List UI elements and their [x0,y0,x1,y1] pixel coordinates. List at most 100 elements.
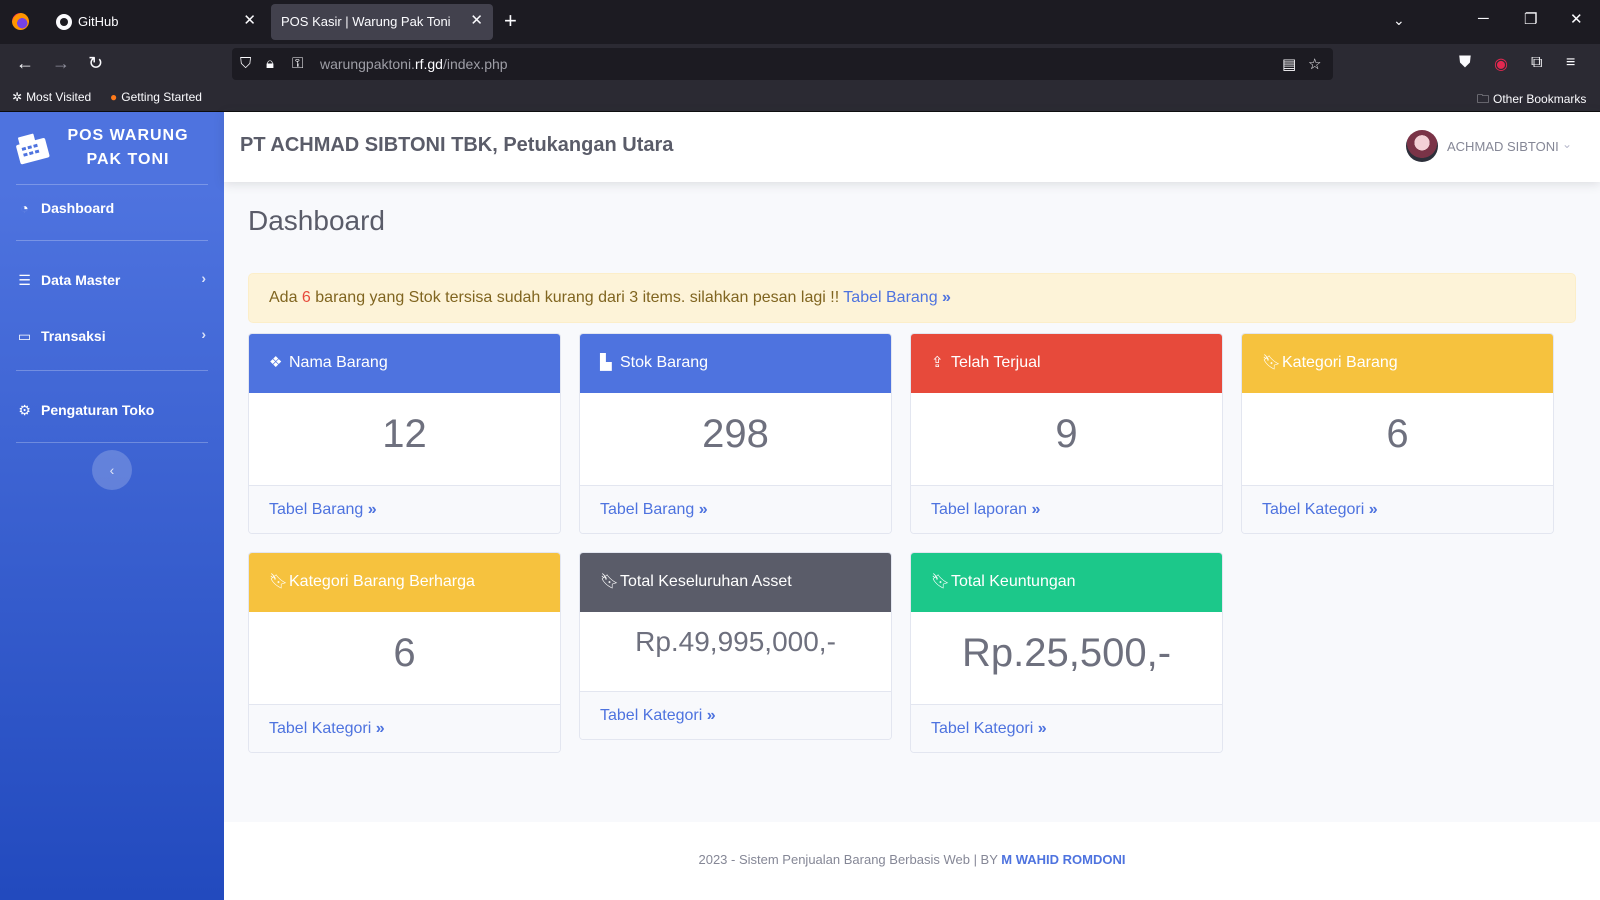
footer-text: 2023 - Sistem Penjualan Barang Berbasis … [698,852,1126,867]
reader-view-icon[interactable]: ▤ [1282,55,1296,73]
card-header: ⇪ Telah Terjual [911,334,1222,393]
cash-register-icon [16,133,50,165]
footer-author-link[interactable]: M WAHID ROMDONI [1001,852,1125,867]
card-footer: Tabel Kategori » [580,691,891,739]
folder-icon: 🗀 [1477,92,1490,106]
topbar: PT ACHMAD SIBTONI TBK, Petukangan Utara … [224,112,1600,182]
card-value: 298 [702,412,769,456]
bookmark-most-visited[interactable]: ✲ Most Visited [12,90,91,104]
gauge-icon: ◔ [20,200,29,216]
bookmark-icon: 🔖︎ [1262,354,1282,371]
page-title: Dashboard [248,205,385,236]
card-title: Total Keseluruhan Asset [620,573,792,590]
close-tab-icon[interactable]: ✕ [470,11,483,29]
shield-icon[interactable]: ⛉ [240,55,251,72]
double-chevron-icon: » [375,720,385,737]
firefox-icon: ● [110,90,118,104]
sidebar-item-transaksi[interactable]: ▭ Transaksi › [0,314,224,358]
cogs-icon: ⚙ [18,402,31,418]
reload-icon[interactable]: ↻ [88,52,103,74]
stat-card: ❖ Nama Barang 12 Tabel Barang » [248,333,561,534]
stat-card: 🔖︎ Kategori Barang 6 Tabel Kategori » [1241,333,1554,534]
alert-link[interactable]: Tabel Barang » [843,289,951,306]
menu-icon[interactable]: ≡ [1566,54,1575,72]
card-value: 6 [393,631,416,675]
card-link[interactable]: Tabel Barang » [600,501,708,519]
chevron-down-icon: ⌄ [1562,137,1573,151]
card-header: 🔖︎ Total Keseluruhan Asset [580,553,891,612]
sidebar-item-dashboard[interactable]: ◔ Dashboard [0,186,224,230]
card-footer: Tabel laporan » [911,485,1222,533]
card-value: 9 [1055,412,1078,456]
card-title: Kategori Barang [1282,354,1398,371]
sidebar-item-label: Transaksi [41,328,106,344]
sidebar-toggle-button[interactable]: ‹ [92,450,132,490]
pocket-icon[interactable]: ⛊ [1459,54,1471,72]
cubes-icon: ❖ [269,354,283,371]
github-icon [56,14,72,30]
card-link[interactable]: Tabel Barang » [269,501,377,519]
new-tab-icon[interactable]: + [504,8,517,34]
card-link[interactable]: Tabel Kategori » [600,707,716,725]
lock-icon[interactable]: 🔒︎ [266,55,274,72]
chevron-down-icon[interactable]: ⌄ [1393,12,1405,29]
sidebar: POS WARUNG PAK TONI ◔ Dashboard ☰ Data M… [0,112,224,900]
bookmark-icon: 🔖︎ [269,573,289,590]
url-text[interactable]: warungpaktoni.rf.gd/index.php [320,56,508,72]
card-link[interactable]: Tabel Kategori » [1262,501,1378,519]
other-bookmarks[interactable]: 🗀 Other Bookmarks [1477,90,1586,111]
bookmark-getting-started[interactable]: ● Getting Started [110,90,202,104]
card-title: Kategori Barang Berharga [289,573,475,590]
minimize-icon[interactable]: ─ [1478,10,1489,27]
back-icon[interactable]: ← [16,52,34,74]
stat-card: ▙ Stok Barang 298 Tabel Barang » [579,333,892,534]
bookmark-star-icon[interactable]: ☆ [1308,55,1321,73]
extensions-icon[interactable]: ⧉ [1531,54,1542,72]
sidebar-item-pengaturan-toko[interactable]: ⚙ Pengaturan Toko [0,388,224,432]
double-chevron-icon: » [367,501,377,518]
card-link[interactable]: Tabel Kategori » [931,720,1047,738]
gear-icon: ✲ [12,90,23,104]
card-title: Telah Terjual [951,354,1041,371]
close-window-icon[interactable]: ✕ [1570,10,1583,28]
extension-eye-icon[interactable]: ◉ [1494,54,1508,74]
user-dropdown[interactable]: ACHMAD SIBTONI ⌄ [1406,130,1576,164]
tab-label: GitHub [78,14,119,29]
brand-name: POS WARUNG PAK TONI [67,127,189,168]
card-title: Total Keuntungan [951,573,1076,590]
card-footer: Tabel Kategori » [249,704,560,752]
card-value: Rp.25,500,- [961,631,1172,675]
sidebar-item-data-master[interactable]: ☰ Data Master › [0,258,224,302]
card-footer: Tabel Kategori » [911,704,1222,752]
sidebar-item-label: Data Master [41,272,121,288]
double-chevron-icon: » [942,289,951,306]
browser-tab-bar: GitHub ✕ POS Kasir | Warung Pak Toni ✕ +… [0,0,1600,44]
card-header: 🔖︎ Kategori Barang [1242,334,1553,393]
firefox-icon[interactable] [12,13,29,30]
sidebar-divider [16,442,208,443]
card-value: 12 [382,412,427,456]
forward-icon[interactable]: → [52,52,70,74]
stat-card: 🔖︎ Total Keseluruhan Asset Rp.49,995,000,-… [579,552,892,740]
url-bar[interactable]: ⛉ 🔒︎ ⚿ warungpaktoni.rf.gd/index.php ▤ ☆ [232,48,1333,80]
restore-icon[interactable]: ❐ [1524,10,1537,28]
double-chevron-icon: » [698,501,708,518]
card-link[interactable]: Tabel Kategori » [269,720,385,738]
card-footer: Tabel Kategori » [1242,485,1553,533]
sidebar-brand[interactable]: POS WARUNG PAK TONI [0,112,224,184]
key-icon[interactable]: ⚿ [292,55,303,72]
bookmark-icon: 🔖︎ [931,573,951,590]
desktop-icon: ▭ [17,328,32,344]
tab-pos-kasir[interactable]: POS Kasir | Warung Pak Toni ✕ [271,4,493,40]
page: POS WARUNG PAK TONI ◔ Dashboard ☰ Data M… [0,112,1600,900]
stat-card: ⇪ Telah Terjual 9 Tabel laporan » [910,333,1223,534]
card-footer: Tabel Barang » [580,485,891,533]
close-tab-icon[interactable]: ✕ [243,11,256,29]
tab-github[interactable]: GitHub ✕ [44,4,266,40]
footer: 2023 - Sistem Penjualan Barang Berbasis … [224,822,1600,900]
double-chevron-icon: » [706,707,716,724]
card-header: 🔖︎ Total Keuntungan [911,553,1222,612]
card-link[interactable]: Tabel laporan » [931,501,1040,519]
card-value: Rp.49,995,000,- [635,626,836,657]
chevron-right-icon: › [201,326,206,342]
